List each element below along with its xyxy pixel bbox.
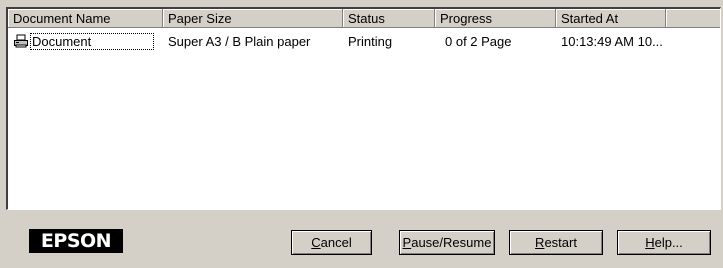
print-job-list[interactable]: Document Name Paper Size Status Progress… <box>6 7 721 210</box>
help-label: elp... <box>654 235 683 250</box>
help-button[interactable]: Help... <box>617 230 711 255</box>
column-header-status[interactable]: Status <box>343 9 435 28</box>
document-name: Document <box>30 32 154 50</box>
started-at-cell: 10:13:49 AM 10... <box>561 33 663 49</box>
column-header-started-at[interactable]: Started At <box>556 9 666 28</box>
paper-size-cell: Super A3 / B Plain paper <box>168 33 311 49</box>
cancel-mnemonic: C <box>311 235 321 250</box>
pause-resume-label: ause/Resume <box>411 235 492 250</box>
table-row[interactable]: Document Super A3 / B Plain paper Printi… <box>8 32 720 50</box>
restart-mnemonic: R <box>535 235 545 250</box>
document-name-cell[interactable]: Document <box>8 32 163 50</box>
column-header-document-name[interactable]: Document Name <box>8 9 163 28</box>
pause-resume-button[interactable]: Pause/Resume <box>399 230 495 255</box>
cancel-button[interactable]: Cancel <box>291 230 372 255</box>
cancel-label: ancel <box>320 235 352 250</box>
printer-icon <box>13 34 29 48</box>
help-mnemonic: H <box>645 235 655 250</box>
progress-cell: 0 of 2 Page <box>445 33 512 49</box>
pause-resume-mnemonic: P <box>402 235 412 250</box>
restart-label: estart <box>544 235 577 250</box>
status-cell: Printing <box>348 33 393 49</box>
epson-logo: EPSON <box>29 229 123 253</box>
column-header-progress[interactable]: Progress <box>435 9 556 28</box>
column-header-paper-size[interactable]: Paper Size <box>163 9 343 28</box>
restart-button[interactable]: Restart <box>509 230 603 255</box>
column-header-filler <box>666 9 720 28</box>
list-header: Document Name Paper Size Status Progress… <box>8 9 720 28</box>
